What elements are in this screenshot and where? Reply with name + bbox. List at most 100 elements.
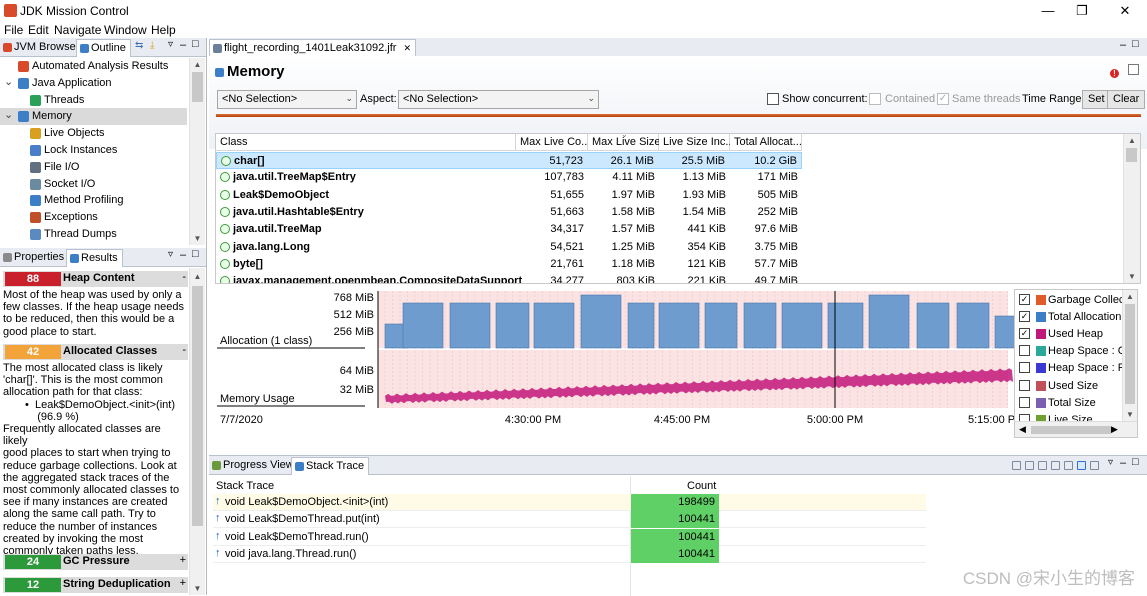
- stack-frame-row[interactable]: ↑ void Leak$DemoThread.put(int) 100441: [213, 511, 926, 529]
- stack-frame-row[interactable]: ↑ void java.lang.Thread.run() 100441: [213, 545, 926, 563]
- selection-combo[interactable]: <No Selection> ⌄: [217, 90, 357, 109]
- tab-stack-trace[interactable]: Stack Trace: [291, 457, 370, 475]
- minimize-view-icon[interactable]: –: [180, 39, 186, 51]
- table-scrollbar[interactable]: ▲ ▼: [1123, 134, 1140, 283]
- tab-results[interactable]: Results: [66, 249, 123, 267]
- editor-minimize-icon[interactable]: –: [1120, 39, 1126, 51]
- collapse-toggle[interactable]: -: [182, 271, 186, 283]
- scroll-down-icon[interactable]: ▼: [1124, 270, 1140, 283]
- table-row[interactable]: java.util.TreeMap$Entry 107,783 4.11 MiB 1.…: [216, 169, 802, 186]
- view-menu-icon[interactable]: ▿: [168, 39, 173, 50]
- col-total-allocation[interactable]: Total Allocat...: [730, 134, 802, 151]
- show-concurrent-checkbox[interactable]: [767, 93, 779, 105]
- legend-item[interactable]: Total Size: [1016, 395, 1122, 412]
- menu-file[interactable]: File: [4, 23, 23, 37]
- table-row[interactable]: byte[] 21,761 1.18 MiB 121 KiB 57.7 MiB: [216, 256, 802, 273]
- tab-recording[interactable]: flight_recording_1401Leak31092.jfr ✕: [209, 39, 417, 57]
- tab-properties[interactable]: Properties: [0, 249, 68, 267]
- col-live-size-increase[interactable]: Live Size Inc...: [659, 134, 735, 151]
- tab-progress-view[interactable]: Progress View: [209, 457, 298, 475]
- scroll-down-icon[interactable]: ▼: [190, 582, 205, 595]
- legend-scrollbar[interactable]: ▲ ▼: [1122, 290, 1137, 421]
- legend-item[interactable]: Heap Space : Rese: [1016, 360, 1137, 377]
- legend-checkbox[interactable]: ✓: [1019, 328, 1030, 340]
- outline-item-live-objects[interactable]: Live Objects: [0, 125, 187, 142]
- stack-frame-row[interactable]: ↑ void Leak$DemoObject.<init>(int) 198499: [213, 494, 926, 511]
- col-class[interactable]: Class: [216, 134, 516, 151]
- table-row[interactable]: java.lang.Long 54,521 1.25 MiB 354 KiB 3.75 …: [216, 239, 802, 256]
- tab-outline[interactable]: Outline: [76, 39, 131, 57]
- legend-checkbox[interactable]: [1019, 362, 1030, 374]
- outline-item-socket-i-o[interactable]: Socket I/O: [0, 176, 187, 193]
- link-editor-icon[interactable]: ⇆: [135, 40, 143, 51]
- scroll-up-icon[interactable]: ▲: [1124, 134, 1140, 147]
- menu-help[interactable]: Help: [151, 23, 176, 37]
- table-row[interactable]: Leak$DemoObject 51,655 1.97 MiB 1.93 MiB 505…: [216, 187, 802, 204]
- legend-checkbox[interactable]: [1019, 379, 1030, 391]
- legend-item[interactable]: Used Size: [1016, 378, 1122, 395]
- outline-item-threads[interactable]: Threads: [0, 92, 187, 109]
- results-scrollbar[interactable]: ▲ ▼: [189, 268, 205, 595]
- memory-chart[interactable]: Allocation (1 class) Memory Usage 768 Mi…: [215, 289, 1141, 449]
- collapse-toggle[interactable]: -: [182, 344, 186, 356]
- layout-icon[interactable]: [1077, 461, 1086, 470]
- group-by-icon[interactable]: [1012, 461, 1021, 470]
- scroll-thumb[interactable]: [1126, 148, 1137, 162]
- table-row[interactable]: char[] 51,723 26.1 MiB 25.5 MiB 10.2 GiB: [216, 152, 802, 169]
- outline-item-java-application[interactable]: ⌄ Java Application: [0, 75, 187, 92]
- show-bci-icon[interactable]: [1051, 461, 1060, 470]
- legend-checkbox[interactable]: [1019, 345, 1030, 357]
- minimize-button[interactable]: —: [1035, 2, 1061, 20]
- outline-item-automated-analysis-results[interactable]: Automated Analysis Results: [0, 58, 187, 75]
- result-string-deduplication[interactable]: 12 String Deduplication +: [3, 577, 188, 593]
- results-maximize-icon[interactable]: □: [192, 248, 199, 260]
- scroll-thumb[interactable]: [1125, 304, 1135, 404]
- copy-icon[interactable]: [1090, 461, 1099, 470]
- col-max-live-count[interactable]: Max Live Co...: [516, 134, 590, 151]
- result-gc-pressure[interactable]: 24 GC Pressure +: [3, 554, 188, 570]
- scroll-right-icon[interactable]: ▶: [1111, 424, 1118, 435]
- outline-scrollbar[interactable]: ▲ ▼: [189, 58, 205, 245]
- expand-toggle[interactable]: +: [180, 554, 186, 566]
- results-minimize-icon[interactable]: –: [180, 249, 186, 261]
- outline-item-lock-instances[interactable]: Lock Instances: [0, 142, 187, 159]
- stack-trace-header[interactable]: Stack Trace: [216, 480, 274, 492]
- close-tab-icon[interactable]: ✕: [404, 43, 412, 53]
- stack-view-menu-icon[interactable]: ▿: [1108, 457, 1113, 468]
- show-line-icon[interactable]: [1038, 461, 1047, 470]
- maximize-button[interactable]: ❐: [1069, 2, 1095, 20]
- stack-minimize-icon[interactable]: –: [1120, 457, 1126, 469]
- menu-navigate[interactable]: Navigate: [54, 23, 101, 37]
- same-threads-checkbox[interactable]: ✓: [937, 93, 949, 105]
- legend-checkbox[interactable]: [1019, 396, 1030, 408]
- scroll-up-icon[interactable]: ▲: [190, 58, 205, 71]
- stack-maximize-icon[interactable]: □: [1132, 456, 1139, 468]
- legend-checkbox[interactable]: ✓: [1019, 311, 1030, 323]
- expand-toggle[interactable]: +: [180, 577, 186, 589]
- menu-edit[interactable]: Edit: [28, 23, 49, 37]
- distinguish-frames-icon[interactable]: [1025, 461, 1034, 470]
- aspect-combo[interactable]: <No Selection> ⌄: [398, 90, 599, 109]
- legend-hscrollbar[interactable]: ◀ ▶: [1015, 421, 1137, 437]
- scroll-down-icon[interactable]: ▼: [1123, 408, 1137, 421]
- table-row[interactable]: java.util.Hashtable$Entry 51,663 1.58 MiB 1…: [216, 204, 802, 221]
- result-heap-content[interactable]: 88 Heap Content -: [3, 271, 188, 287]
- clear-button[interactable]: Clear: [1107, 90, 1146, 109]
- close-button[interactable]: ✕: [1112, 2, 1138, 20]
- scroll-up-icon[interactable]: ▲: [1123, 290, 1137, 303]
- outline-item-thread-dumps[interactable]: Thread Dumps: [0, 226, 187, 243]
- table-row[interactable]: java.util.TreeMap 34,317 1.57 MiB 441 KiB 97…: [216, 221, 802, 238]
- outline-item-memory[interactable]: ⌄ Memory: [0, 108, 187, 126]
- chart-svg[interactable]: Allocation (1 class) Memory Usage 768 Mi…: [215, 289, 1015, 449]
- legend-item[interactable]: ✓ Total Allocation: [1016, 309, 1122, 326]
- maximize-view-icon[interactable]: □: [192, 38, 199, 50]
- result-allocated-classes[interactable]: 42 Allocated Classes -: [3, 344, 188, 360]
- outline-item-method-profiling[interactable]: Method Profiling: [0, 192, 187, 209]
- legend-checkbox[interactable]: ✓: [1019, 294, 1030, 305]
- expand-chevron-icon[interactable]: ⌄: [4, 75, 13, 88]
- scroll-thumb[interactable]: [192, 286, 203, 526]
- scroll-thumb[interactable]: [1031, 426, 1111, 434]
- legend-item[interactable]: Heap Space : Con: [1016, 343, 1137, 360]
- results-view-menu-icon[interactable]: ▿: [168, 249, 173, 260]
- error-icon[interactable]: !: [1110, 69, 1119, 78]
